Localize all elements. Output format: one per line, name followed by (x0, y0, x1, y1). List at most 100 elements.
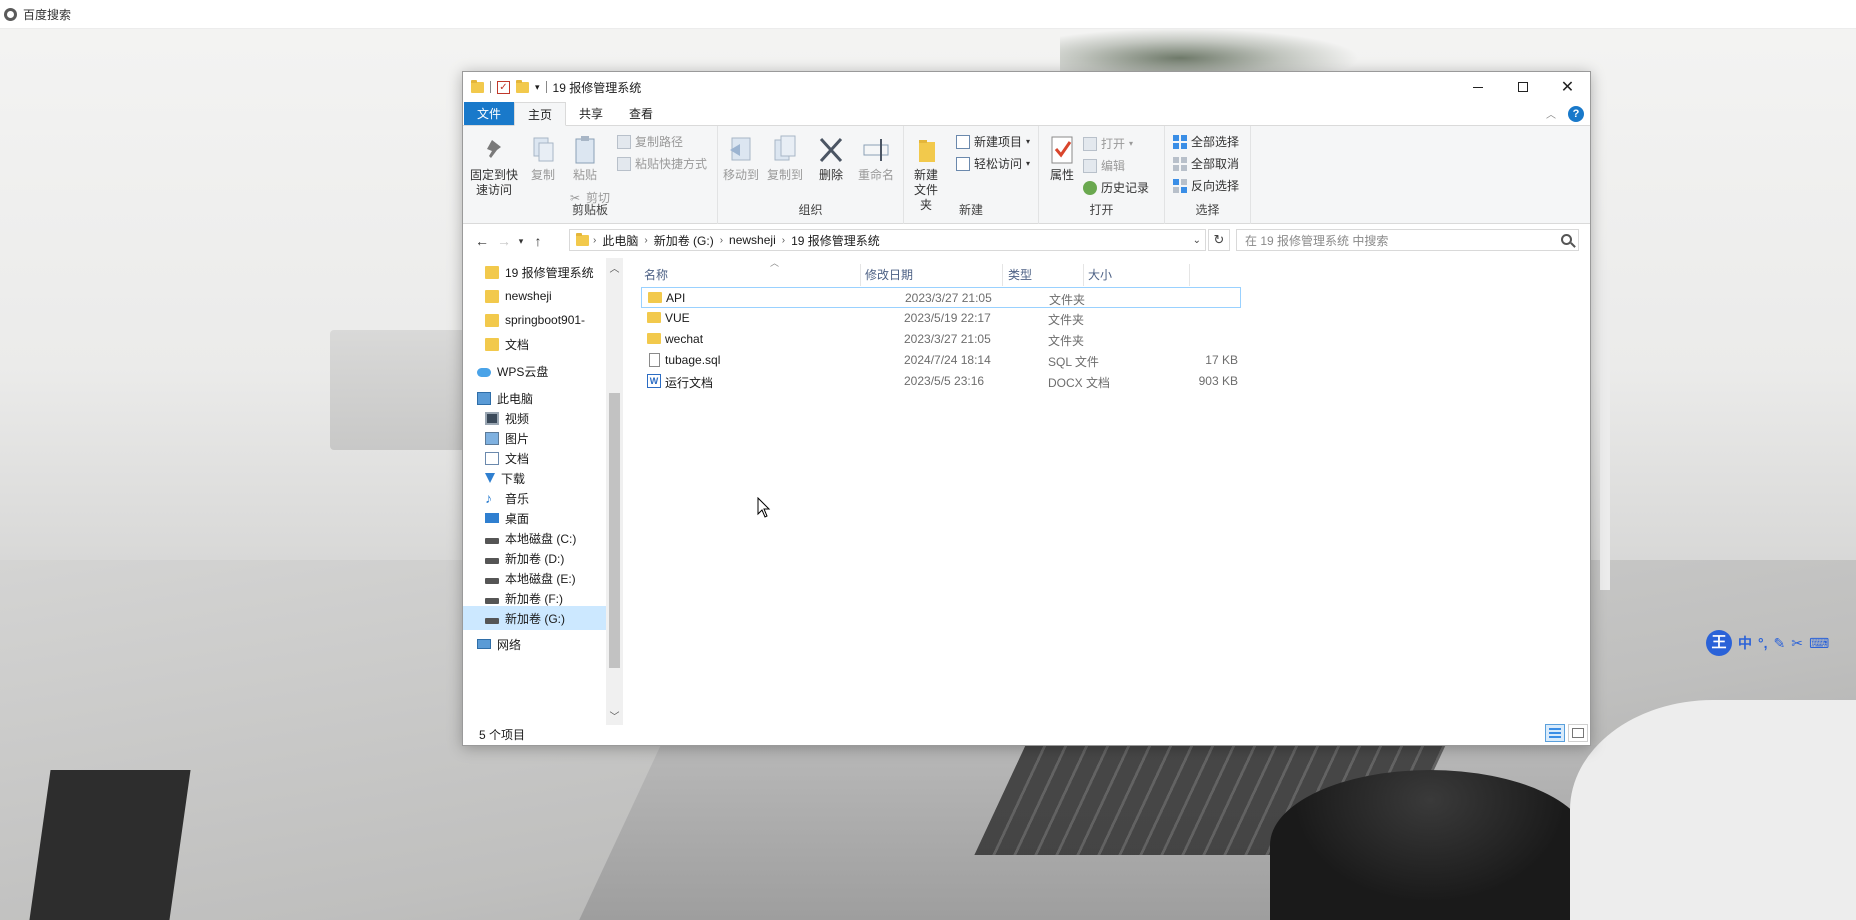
file-row[interactable]: VUE 2023/5/19 22:17 文件夹 (641, 308, 1241, 329)
breadcrumb-newsheji[interactable]: newsheji (723, 233, 782, 247)
properties-button[interactable]: 属性 (1045, 134, 1079, 183)
column-divider[interactable] (1189, 264, 1190, 286)
column-header-date[interactable]: 修改日期 (865, 266, 913, 283)
tab-share[interactable]: 共享 (566, 102, 616, 125)
nav-item[interactable]: newsheji (463, 284, 611, 308)
nav-scrollbar[interactable]: ︿ ﹀ (606, 258, 623, 725)
delete-button[interactable]: 删除 (814, 134, 848, 183)
drive-icon (485, 537, 499, 544)
recent-locations-button[interactable]: ▾ (515, 230, 527, 252)
file-size: 903 KB (1198, 374, 1238, 388)
back-button[interactable]: ← (471, 230, 493, 252)
paste-shortcut-icon (617, 156, 631, 171)
file-type: 文件夹 (1048, 313, 1085, 327)
pen-icon[interactable]: ✎ (1774, 635, 1786, 652)
open-button[interactable]: 打开 ▾ (1083, 135, 1133, 152)
help-icon[interactable]: ? (1568, 105, 1584, 122)
copy-button[interactable]: 复制 (525, 134, 561, 183)
forward-button[interactable]: → (493, 230, 515, 252)
navigation-pane: 19 报修管理系统 newsheji springboot901- 文档 WPS云盘 此电… (463, 258, 623, 725)
chevron-down-icon: ▾ (518, 235, 524, 246)
computer-icon (477, 391, 491, 405)
select-group: 全部选择 全部取消 反向选择 选择 (1165, 126, 1251, 224)
select-all-button[interactable]: 全部选择 (1173, 133, 1239, 150)
up-button[interactable]: ↑ (527, 230, 549, 252)
column-header-type[interactable]: 类型 (1008, 266, 1032, 283)
ime-logo[interactable]: 王 (1706, 630, 1732, 656)
new-folder-icon[interactable] (516, 79, 529, 93)
new-item-button[interactable]: 新建项目 ▾ (956, 133, 1030, 150)
mug-white (1570, 700, 1856, 920)
column-divider[interactable] (860, 264, 861, 286)
collapse-ribbon-icon[interactable]: ︿ (1546, 106, 1556, 121)
tab-home[interactable]: 主页 (514, 102, 567, 126)
browser-title: 百度搜索 (23, 7, 72, 22)
keyboard-icon[interactable]: ⌨ (1809, 635, 1829, 652)
organize-group-label: 组织 (798, 203, 823, 217)
select-all-icon (1173, 134, 1187, 149)
title-bar[interactable]: ✓ ▾ 19 报修管理系统 ✕ (463, 72, 1590, 102)
edit-button[interactable]: 编辑 (1083, 157, 1125, 174)
close-button[interactable]: ✕ (1545, 72, 1590, 102)
dropdown-arrow-icon: ▾ (1129, 139, 1134, 148)
breadcrumb-drive-g[interactable]: 新加卷 (G:) (648, 232, 720, 249)
large-icons-view-button[interactable] (1568, 724, 1588, 742)
globe-icon (4, 7, 17, 21)
maximize-button[interactable] (1500, 72, 1545, 102)
paste-shortcut-button[interactable]: 粘贴快捷方式 (617, 155, 707, 172)
scroll-up-icon[interactable]: ︿ (606, 260, 623, 275)
nav-item[interactable]: 19 报修管理系统 (463, 260, 611, 284)
column-divider[interactable] (1002, 264, 1003, 286)
navigation-bar: ← → ▾ ↑ › 此电脑 › 新加卷 (G:) › newsheji › 19… (463, 224, 1590, 258)
breadcrumb-this-pc[interactable]: 此电脑 (596, 232, 644, 249)
file-row[interactable]: tubage.sql 2024/7/24 18:14 SQL 文件 17 KB (641, 350, 1241, 371)
file-row[interactable]: wechat 2023/3/27 21:05 文件夹 (641, 329, 1241, 350)
pin-quick-access-button[interactable]: 固定到快速访问 (469, 134, 519, 198)
rename-button[interactable]: 重命名 (854, 134, 898, 183)
details-view-button[interactable] (1545, 724, 1565, 742)
nav-item-label: 桌面 (505, 511, 530, 526)
nav-item-label: 网络 (497, 637, 522, 652)
tab-file[interactable]: 文件 (464, 102, 515, 125)
file-row[interactable]: API 2023/3/27 21:05 文件夹 (641, 287, 1241, 308)
toolbar-separator (490, 81, 491, 93)
select-none-button[interactable]: 全部取消 (1173, 155, 1239, 172)
drive-icon (485, 557, 499, 564)
scroll-down-icon[interactable]: ﹀ (606, 708, 623, 723)
nav-item[interactable]: WPS云盘 (463, 359, 611, 383)
punctuation-icon[interactable]: °, (1758, 635, 1768, 651)
desk-leg (29, 770, 191, 920)
copy-to-button[interactable]: 复制到 (766, 134, 804, 183)
column-divider[interactable] (1083, 264, 1084, 286)
paste-button[interactable]: 粘贴 (567, 134, 603, 183)
file-name: 运行文档 (665, 376, 714, 390)
file-row[interactable]: W 运行文档 2023/5/5 23:16 DOCX 文档 903 KB (641, 371, 1241, 392)
scissors-icon[interactable]: ✂ (1791, 635, 1803, 652)
column-header-size[interactable]: 大小 (1088, 266, 1112, 283)
tab-view[interactable]: 查看 (616, 102, 666, 125)
network-icon (477, 639, 491, 649)
properties-check-icon[interactable]: ✓ (497, 80, 510, 94)
address-history-dropdown[interactable]: ⌄ (1189, 235, 1205, 246)
nav-item[interactable]: springboot901- (463, 308, 611, 332)
ime-mode[interactable]: 中 (1738, 633, 1752, 653)
nav-item[interactable]: 网络 (463, 632, 611, 656)
scroll-thumb[interactable] (609, 393, 620, 668)
easy-access-button[interactable]: 轻松访问 ▾ (956, 155, 1030, 172)
invert-selection-button[interactable]: 反向选择 (1173, 177, 1239, 194)
breadcrumb-current-folder[interactable]: 19 报修管理系统 (785, 232, 886, 249)
address-bar[interactable]: › 此电脑 › 新加卷 (G:) › newsheji › 19 报修管理系统 … (569, 229, 1206, 251)
folder-icon (471, 79, 484, 93)
search-icon (1561, 234, 1572, 245)
nav-item[interactable]: 文档 (463, 332, 611, 356)
column-header-name[interactable]: 名称 (644, 266, 668, 283)
refresh-button[interactable]: ↻ (1208, 229, 1230, 251)
history-button[interactable]: 历史记录 (1083, 179, 1149, 196)
move-to-button[interactable]: 移动到 (722, 134, 760, 183)
copy-path-button[interactable]: 复制路径 (617, 133, 683, 150)
minimize-button[interactable] (1455, 72, 1500, 102)
nav-item[interactable]: 新加卷 (G:) (463, 606, 611, 630)
customize-dropdown-icon[interactable]: ▾ (535, 82, 540, 93)
input-method-toolbar[interactable]: 王 中 °, ✎ ✂ ⌨ (1704, 628, 1856, 658)
search-box[interactable]: 在 19 报修管理系统 中搜索 (1236, 229, 1579, 251)
